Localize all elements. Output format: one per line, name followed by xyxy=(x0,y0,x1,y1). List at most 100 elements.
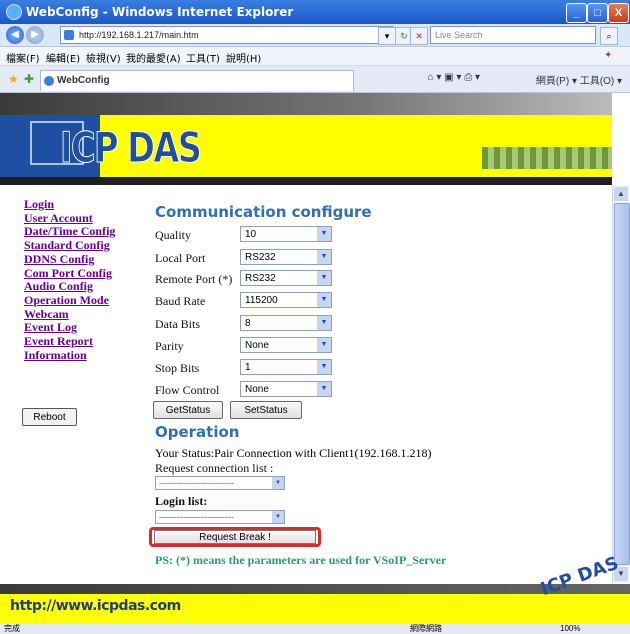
back-icon[interactable]: ◀ xyxy=(6,26,24,44)
connection-status: Your Status:Pair Connection with Client1… xyxy=(155,446,432,460)
zoom-text[interactable]: 100% xyxy=(560,624,580,634)
menu-edit[interactable]: 編輯(E) xyxy=(46,50,80,65)
page-tools-menu[interactable]: 網頁(P) ▾ 工具(O) ▾ xyxy=(536,72,622,87)
select-quality-value: 10 xyxy=(245,229,257,240)
sidebar-link-datetime-config[interactable]: Date/Time Config xyxy=(24,225,134,239)
set-status-button[interactable]: SetStatus xyxy=(230,401,302,419)
label-data-bits: Data Bits xyxy=(155,317,200,331)
home-icon[interactable]: ⌂ ▾ ▣ ▾ ⎙ ▾ xyxy=(428,72,480,83)
request-list-label: Request connection list : xyxy=(155,461,274,475)
label-flow-control: Flow Control xyxy=(155,383,220,397)
ie-icon xyxy=(6,4,22,20)
address-text: http://192.168.1.217/main.htm xyxy=(79,30,199,40)
login-list-select[interactable]: ------------------------- ▼ xyxy=(155,510,285,524)
request-break-button[interactable]: Request Break ! xyxy=(154,530,316,544)
sidebar-link-ddns-config[interactable]: DDNS Config xyxy=(24,252,134,267)
label-baud-rate: Baud Rate xyxy=(155,294,206,308)
zone-text: 網際網路 xyxy=(410,624,442,633)
label-quality: Quality xyxy=(155,228,191,242)
sidebar-link-user-account[interactable]: User Account xyxy=(24,211,134,226)
select-data-bits[interactable]: 8 ▼ xyxy=(240,315,332,331)
operation-heading: Operation xyxy=(155,423,240,441)
sidebar: Login User Account Date/Time Config Stan… xyxy=(24,197,134,363)
menu-favorites[interactable]: 我的最愛(A) xyxy=(126,50,181,65)
select-stop-bits[interactable]: 1 ▼ xyxy=(240,359,332,375)
banner-bottom-line xyxy=(0,177,612,185)
tab-webconfig[interactable]: WebConfig xyxy=(40,70,354,91)
tab-icon xyxy=(44,76,54,86)
menu-file[interactable]: 檔案(F) xyxy=(6,50,40,65)
select-baud-rate[interactable]: 115200 ▼ xyxy=(240,292,332,308)
reboot-button[interactable]: Reboot xyxy=(22,408,77,426)
tab-label: WebConfig xyxy=(57,75,110,86)
vertical-scrollbar[interactable]: ▲ ▼ xyxy=(612,185,630,583)
select-data-bits-value: 8 xyxy=(245,318,251,329)
banner-top-strip xyxy=(0,93,612,115)
chevron-down-icon: ▼ xyxy=(317,338,331,352)
select-stop-bits-value: 1 xyxy=(245,362,251,373)
menu-help[interactable]: 說明(H) xyxy=(226,50,261,65)
banner-green-strip xyxy=(482,147,612,169)
sidebar-link-information[interactable]: Information xyxy=(24,348,134,363)
select-remote-port-value: RS232 xyxy=(245,273,276,284)
sidebar-link-audio-config[interactable]: Audio Config xyxy=(24,280,134,294)
search-icon[interactable]: ⌕ xyxy=(600,27,618,45)
window-title: WebConfig - Windows Internet Explorer xyxy=(26,5,294,19)
footer: http://www.icpdas.com ICP DAS xyxy=(0,553,630,624)
menu-tools[interactable]: 工具(T) xyxy=(186,50,220,65)
get-status-button[interactable]: GetStatus xyxy=(153,401,223,419)
menu-view[interactable]: 檢視(V) xyxy=(86,50,121,65)
footer-url-link[interactable]: http://www.icpdas.com xyxy=(10,598,181,614)
forward-icon[interactable]: ▶ xyxy=(26,26,44,44)
banner: ICP DAS xyxy=(0,93,612,185)
page-icon xyxy=(64,30,74,40)
scroll-thumb[interactable] xyxy=(614,203,630,565)
label-stop-bits: Stop Bits xyxy=(155,361,200,375)
select-quality[interactable]: 10 ▼ xyxy=(240,226,332,242)
chevron-down-icon: ▼ xyxy=(272,477,284,489)
chevron-down-icon: ▼ xyxy=(317,360,331,374)
select-local-port[interactable]: RS232 ▼ xyxy=(240,249,332,265)
note-text: PS: (*) means the parameters are used fo… xyxy=(155,553,447,567)
sidebar-link-com-port-config[interactable]: Com Port Config xyxy=(24,266,134,281)
sidebar-link-event-report[interactable]: Event Report xyxy=(24,334,134,349)
address-input[interactable]: http://192.168.1.217/main.htm xyxy=(60,26,394,44)
chevron-down-icon: ▼ xyxy=(317,316,331,330)
maximize-button[interactable]: □ xyxy=(587,3,608,23)
chevron-down-icon: ▼ xyxy=(317,227,331,241)
login-list-label: Login list: xyxy=(155,494,208,508)
sidebar-link-login[interactable]: Login xyxy=(24,197,134,212)
sidebar-link-event-log[interactable]: Event Log xyxy=(24,321,134,335)
select-flow-control[interactable]: None ▼ xyxy=(240,381,332,397)
select-local-port-value: RS232 xyxy=(245,252,276,263)
minimize-button[interactable]: _ xyxy=(566,3,587,23)
footer-strip xyxy=(0,584,630,594)
chevron-down-icon: ▼ xyxy=(317,382,331,396)
dropdown-icon[interactable]: ▾ xyxy=(378,27,396,45)
add-favorite-icon[interactable]: ✚ xyxy=(24,72,34,86)
chevron-down-icon: ▼ xyxy=(317,293,331,307)
label-remote-port: Remote Port (*) xyxy=(155,272,233,286)
select-parity-value: None xyxy=(245,340,269,351)
chevron-down-icon: ▼ xyxy=(272,511,284,523)
sidebar-link-operation-mode[interactable]: Operation Mode xyxy=(24,293,134,308)
request-connection-value: ------------------------- xyxy=(159,478,234,488)
request-connection-select[interactable]: ------------------------- ▼ xyxy=(155,476,285,490)
select-parity[interactable]: None ▼ xyxy=(240,337,332,353)
label-local-port: Local Port xyxy=(155,251,206,265)
menu-bar: 檔案(F) 編輯(E) 檢視(V) 我的最愛(A) 工具(T) 說明(H) ✦ xyxy=(0,47,630,66)
sidebar-link-webcam[interactable]: Webcam xyxy=(24,307,134,322)
toolbar-extra-icon[interactable]: ✦ xyxy=(604,50,612,61)
scroll-up-icon[interactable]: ▲ xyxy=(614,187,628,201)
favorites-star-icon[interactable]: ★ xyxy=(8,72,19,86)
select-remote-port[interactable]: RS232 ▼ xyxy=(240,270,332,286)
title-bar: WebConfig - Windows Internet Explorer _ … xyxy=(0,0,630,24)
sidebar-link-standard-config[interactable]: Standard Config xyxy=(24,238,134,253)
chevron-down-icon: ▼ xyxy=(317,271,331,285)
stop-icon[interactable]: ✕ xyxy=(410,27,428,45)
login-list-value: ------------------------- xyxy=(159,512,234,522)
search-input[interactable]: Live Search xyxy=(430,26,596,44)
status-bar: 完成 網際網路 100% xyxy=(0,624,630,634)
select-flow-control-value: None xyxy=(245,384,269,395)
close-button[interactable]: X xyxy=(608,3,629,23)
